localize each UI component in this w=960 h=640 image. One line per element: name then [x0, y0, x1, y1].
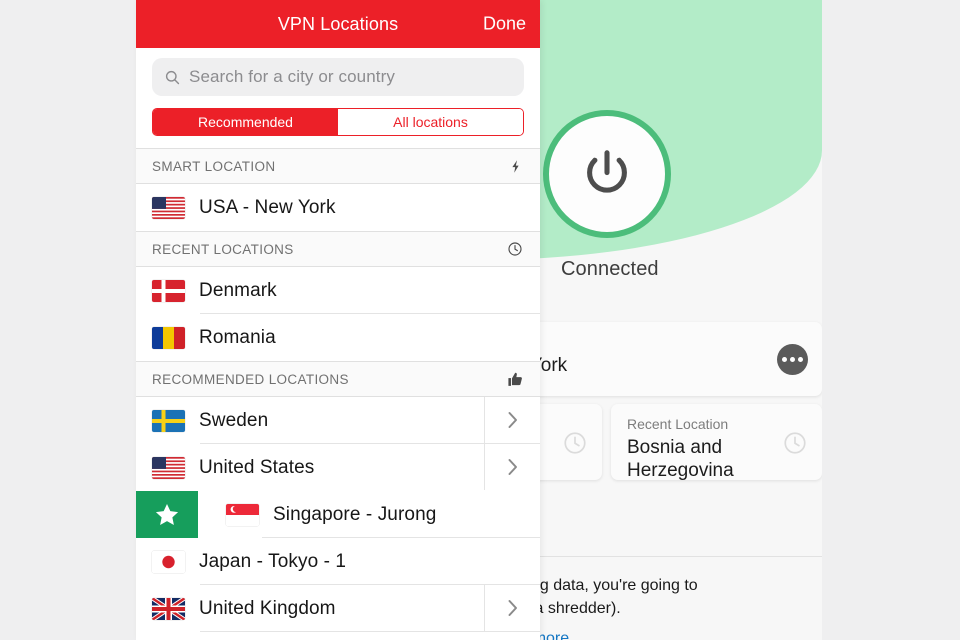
navigation-bar: VPN Locations Done	[136, 0, 540, 48]
chevron-right-icon[interactable]	[484, 444, 540, 490]
table-row[interactable]: Denmark	[136, 267, 540, 314]
done-button[interactable]: Done	[483, 14, 526, 35]
section-title: RECOMMENDED LOCATIONS	[152, 371, 349, 387]
chevron-right-icon[interactable]	[484, 397, 540, 443]
segmented-control: Recommended All locations	[152, 108, 524, 136]
favorite-swipe-action-button[interactable]	[136, 491, 198, 538]
flag-ro	[152, 326, 185, 349]
flag-dk	[152, 279, 185, 302]
search-placeholder: Search for a city or country	[189, 67, 395, 86]
section-title: RECENT LOCATIONS	[152, 241, 294, 257]
table-row[interactable]: United Kingdom	[136, 585, 540, 632]
row-label: Denmark	[199, 279, 277, 301]
row-label: Singapore - Jurong	[273, 503, 437, 525]
row-label: Sweden	[199, 409, 269, 431]
flag-se	[152, 409, 185, 432]
power-toggle-button[interactable]	[543, 110, 671, 238]
page-title: VPN Locations	[277, 13, 399, 34]
tab-all-locations[interactable]: All locations	[338, 109, 523, 135]
section-header-recommended-locations: RECOMMENDED LOCATIONS	[136, 361, 540, 397]
row-label: United States	[199, 456, 315, 478]
thumbs-up-icon	[506, 370, 524, 388]
row-label: Japan - Tokyo - 1	[199, 550, 347, 572]
row-content: Singapore - Jurong	[198, 503, 540, 526]
star-icon	[153, 501, 181, 529]
row-label: United Kingdom	[199, 597, 336, 619]
flag-us	[152, 196, 185, 219]
section-header-recent-locations: RECENT LOCATIONS	[136, 231, 540, 267]
recent-right-value: Bosnia and Herzegovina	[627, 437, 734, 481]
table-row[interactable]: United States	[136, 444, 540, 491]
row-label: USA - New York	[199, 196, 336, 218]
recent-location-card-right[interactable]: Recent Location Bosnia and Herzegovina	[611, 404, 822, 481]
flag-us	[152, 456, 185, 479]
connection-status-label: Connected	[561, 258, 659, 280]
section-title: SMART LOCATION	[152, 158, 276, 174]
flag-sg	[226, 503, 259, 526]
clock-icon	[562, 430, 588, 456]
power-icon	[578, 145, 636, 203]
table-row[interactable]: Romania	[136, 314, 540, 361]
row-separator	[200, 631, 540, 632]
screen: Connected Current Location USA - New Yor…	[0, 0, 960, 640]
flag-gb	[152, 597, 185, 620]
search-input[interactable]: Search for a city or country	[152, 58, 524, 96]
lightning-bolt-icon	[506, 157, 524, 175]
tab-recommended[interactable]: Recommended	[153, 109, 338, 135]
more-dots-icon[interactable]	[777, 344, 808, 375]
section-header-smart-location: SMART LOCATION	[136, 148, 540, 184]
segmented-control-container: Recommended All locations	[136, 104, 540, 148]
chevron-right-icon[interactable]	[484, 585, 540, 631]
search-container: Search for a city or country	[136, 48, 540, 104]
locations-list: SMART LOCATION USA - New York RECENT LOC…	[136, 148, 540, 632]
flag-jp	[152, 550, 185, 573]
vpn-locations-panel: VPN Locations Done Search for a city or …	[136, 0, 540, 640]
recent-right-caption: Recent Location	[627, 416, 729, 432]
table-row[interactable]: Singapore - Jurong	[136, 491, 540, 538]
table-row[interactable]: Sweden	[136, 397, 540, 444]
table-row[interactable]: Japan - Tokyo - 1	[136, 538, 540, 585]
clock-icon	[782, 430, 808, 456]
table-row[interactable]: USA - New York	[136, 184, 540, 231]
row-label: Romania	[199, 326, 276, 348]
search-icon	[164, 69, 181, 86]
clock-icon	[506, 240, 524, 258]
